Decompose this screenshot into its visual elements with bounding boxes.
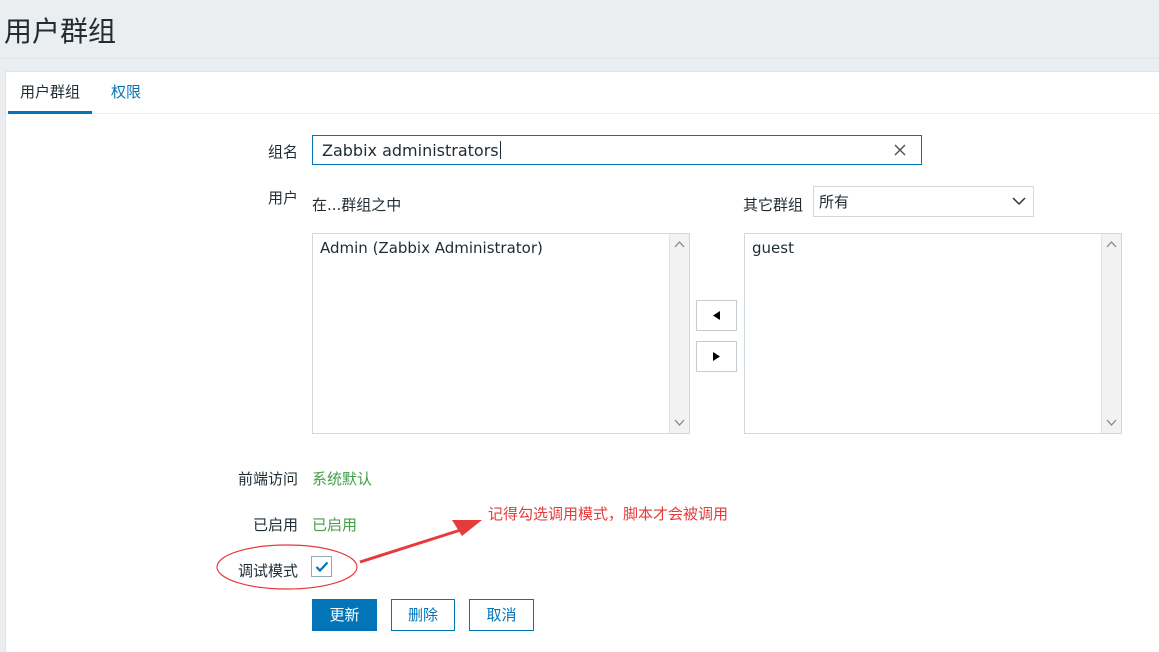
move-left-button[interactable] (696, 300, 737, 331)
group-name-input[interactable]: Zabbix administrators (312, 135, 922, 165)
annotation-note: 记得勾选调用模式，脚本才会被调用 (488, 505, 729, 523)
scrollbar[interactable] (1101, 234, 1121, 433)
in-group-label: 在...群组之中 (312, 196, 402, 214)
group-name-label: 组名 (267, 143, 298, 161)
other-groups-select[interactable]: 所有 (813, 186, 1034, 217)
scroll-up-icon[interactable] (1106, 240, 1117, 248)
enabled-value[interactable]: 已启用 (312, 514, 357, 535)
users-label: 用户 (267, 189, 298, 207)
update-button[interactable]: 更新 (312, 599, 377, 631)
page-title: 用户群组 (4, 15, 117, 48)
tab-user-group[interactable]: 用户群组 (8, 72, 93, 114)
clear-icon[interactable] (891, 141, 909, 159)
list-item[interactable]: Admin (Zabbix Administrator) (320, 239, 543, 257)
arrow-right-icon (713, 352, 720, 361)
checkmark-icon (315, 561, 329, 573)
frontend-access-value: 系统默认 (312, 470, 373, 488)
form-panel: 用户群组 权限 组名 Zabbix administrators 用户 在...… (5, 71, 1159, 652)
tab-bar: 用户群组 权限 (6, 72, 1159, 114)
move-right-button[interactable] (696, 341, 737, 372)
delete-button[interactable]: 删除 (391, 599, 455, 631)
debug-mode-checkbox[interactable] (311, 556, 332, 577)
enabled-label: 已启用 (252, 516, 298, 534)
page-header: 用户群组 (0, 0, 1159, 59)
other-groups-select-value: 所有 (819, 193, 850, 211)
scrollbar[interactable] (669, 234, 689, 433)
arrow-left-icon (713, 311, 720, 320)
cancel-button[interactable]: 取消 (469, 599, 534, 631)
group-name-value: Zabbix administrators (322, 141, 501, 160)
tab-permissions[interactable]: 权限 (99, 72, 153, 111)
frontend-access-label: 前端访问 (237, 470, 298, 488)
chevron-down-icon (1012, 197, 1026, 206)
in-group-listbox[interactable]: Admin (Zabbix Administrator) (312, 233, 690, 434)
debug-mode-label: 调试模式 (237, 562, 298, 580)
scroll-down-icon[interactable] (1106, 419, 1117, 427)
scroll-up-icon[interactable] (674, 240, 685, 248)
scroll-down-icon[interactable] (674, 419, 685, 427)
list-item[interactable]: guest (752, 239, 794, 257)
other-groups-label: 其它群组 (743, 196, 804, 214)
other-users-listbox[interactable]: guest (744, 233, 1122, 434)
